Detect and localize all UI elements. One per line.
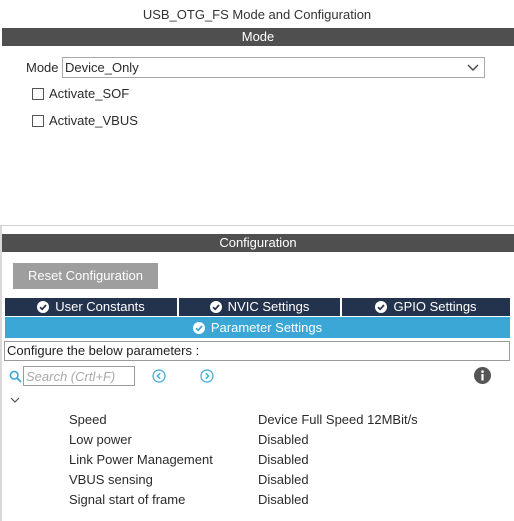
parameter-value[interactable]: Disabled [258, 430, 309, 450]
parameter-row-speed[interactable]: Speed Device Full Speed 12MBit/s [69, 410, 509, 430]
parameter-value[interactable]: Device Full Speed 12MBit/s [258, 410, 418, 430]
activate-vbus-checkbox[interactable] [32, 115, 44, 127]
tab-gpio-settings[interactable]: GPIO Settings [342, 298, 510, 316]
mode-label: Mode [26, 60, 59, 75]
chevron-down-icon [467, 64, 479, 71]
configure-parameters-caption: Configure the below parameters : [4, 341, 510, 361]
search-icon [9, 370, 22, 383]
parameter-value[interactable]: Disabled [258, 490, 309, 510]
configuration-section-header: Configuration [2, 234, 514, 252]
next-match-button[interactable] [200, 369, 214, 383]
activate-sof-option[interactable]: Activate_SOF [32, 85, 129, 103]
window-title: USB_OTG_FS Mode and Configuration [142, 7, 372, 22]
tab-nvic-settings[interactable]: NVIC Settings [179, 298, 340, 316]
parameter-row-signal-start-of-frame[interactable]: Signal start of frame Disabled [69, 490, 509, 510]
tab-parameter-settings-label: Parameter Settings [210, 320, 323, 335]
tab-user-constants-label: User Constants [55, 299, 145, 314]
check-circle-icon [375, 301, 388, 313]
parameter-name: Signal start of frame [69, 492, 186, 507]
tab-parameter-settings[interactable]: Parameter Settings [5, 317, 510, 338]
check-circle-icon [192, 321, 205, 334]
parameter-row-link-power-management[interactable]: Link Power Management Disabled [69, 450, 509, 470]
search-input[interactable] [23, 366, 135, 386]
check-circle-icon [37, 301, 50, 313]
activate-vbus-option[interactable]: Activate_VBUS [32, 112, 138, 130]
parameter-row-vbus-sensing[interactable]: VBUS sensing Disabled [69, 470, 509, 490]
reset-configuration-button[interactable]: Reset Configuration [13, 263, 158, 289]
tab-user-constants[interactable]: User Constants [5, 298, 177, 316]
tab-gpio-settings-label: GPIO Settings [393, 299, 477, 314]
activate-vbus-label: Activate_VBUS [49, 113, 138, 128]
mode-section-header: Mode [2, 28, 514, 46]
tab-nvic-settings-label: NVIC Settings [227, 299, 310, 314]
parameter-value[interactable]: Disabled [258, 470, 309, 490]
parameter-name: VBUS sensing [69, 472, 153, 487]
parameter-name: Link Power Management [69, 452, 213, 467]
previous-match-button[interactable] [152, 369, 166, 383]
mode-select-value: Device_Only [65, 60, 139, 75]
parameter-value[interactable]: Disabled [258, 450, 309, 470]
activate-sof-checkbox[interactable] [32, 88, 44, 100]
info-icon[interactable] [474, 367, 491, 384]
parameter-row-low-power[interactable]: Low power Disabled [69, 430, 509, 450]
collapse-chevron-icon[interactable] [9, 395, 21, 405]
activate-sof-label: Activate_SOF [49, 86, 130, 101]
parameter-name: Low power [69, 432, 132, 447]
parameter-name: Speed [69, 412, 107, 427]
mode-select[interactable]: Device_Only [62, 57, 485, 78]
check-circle-icon [209, 301, 222, 313]
